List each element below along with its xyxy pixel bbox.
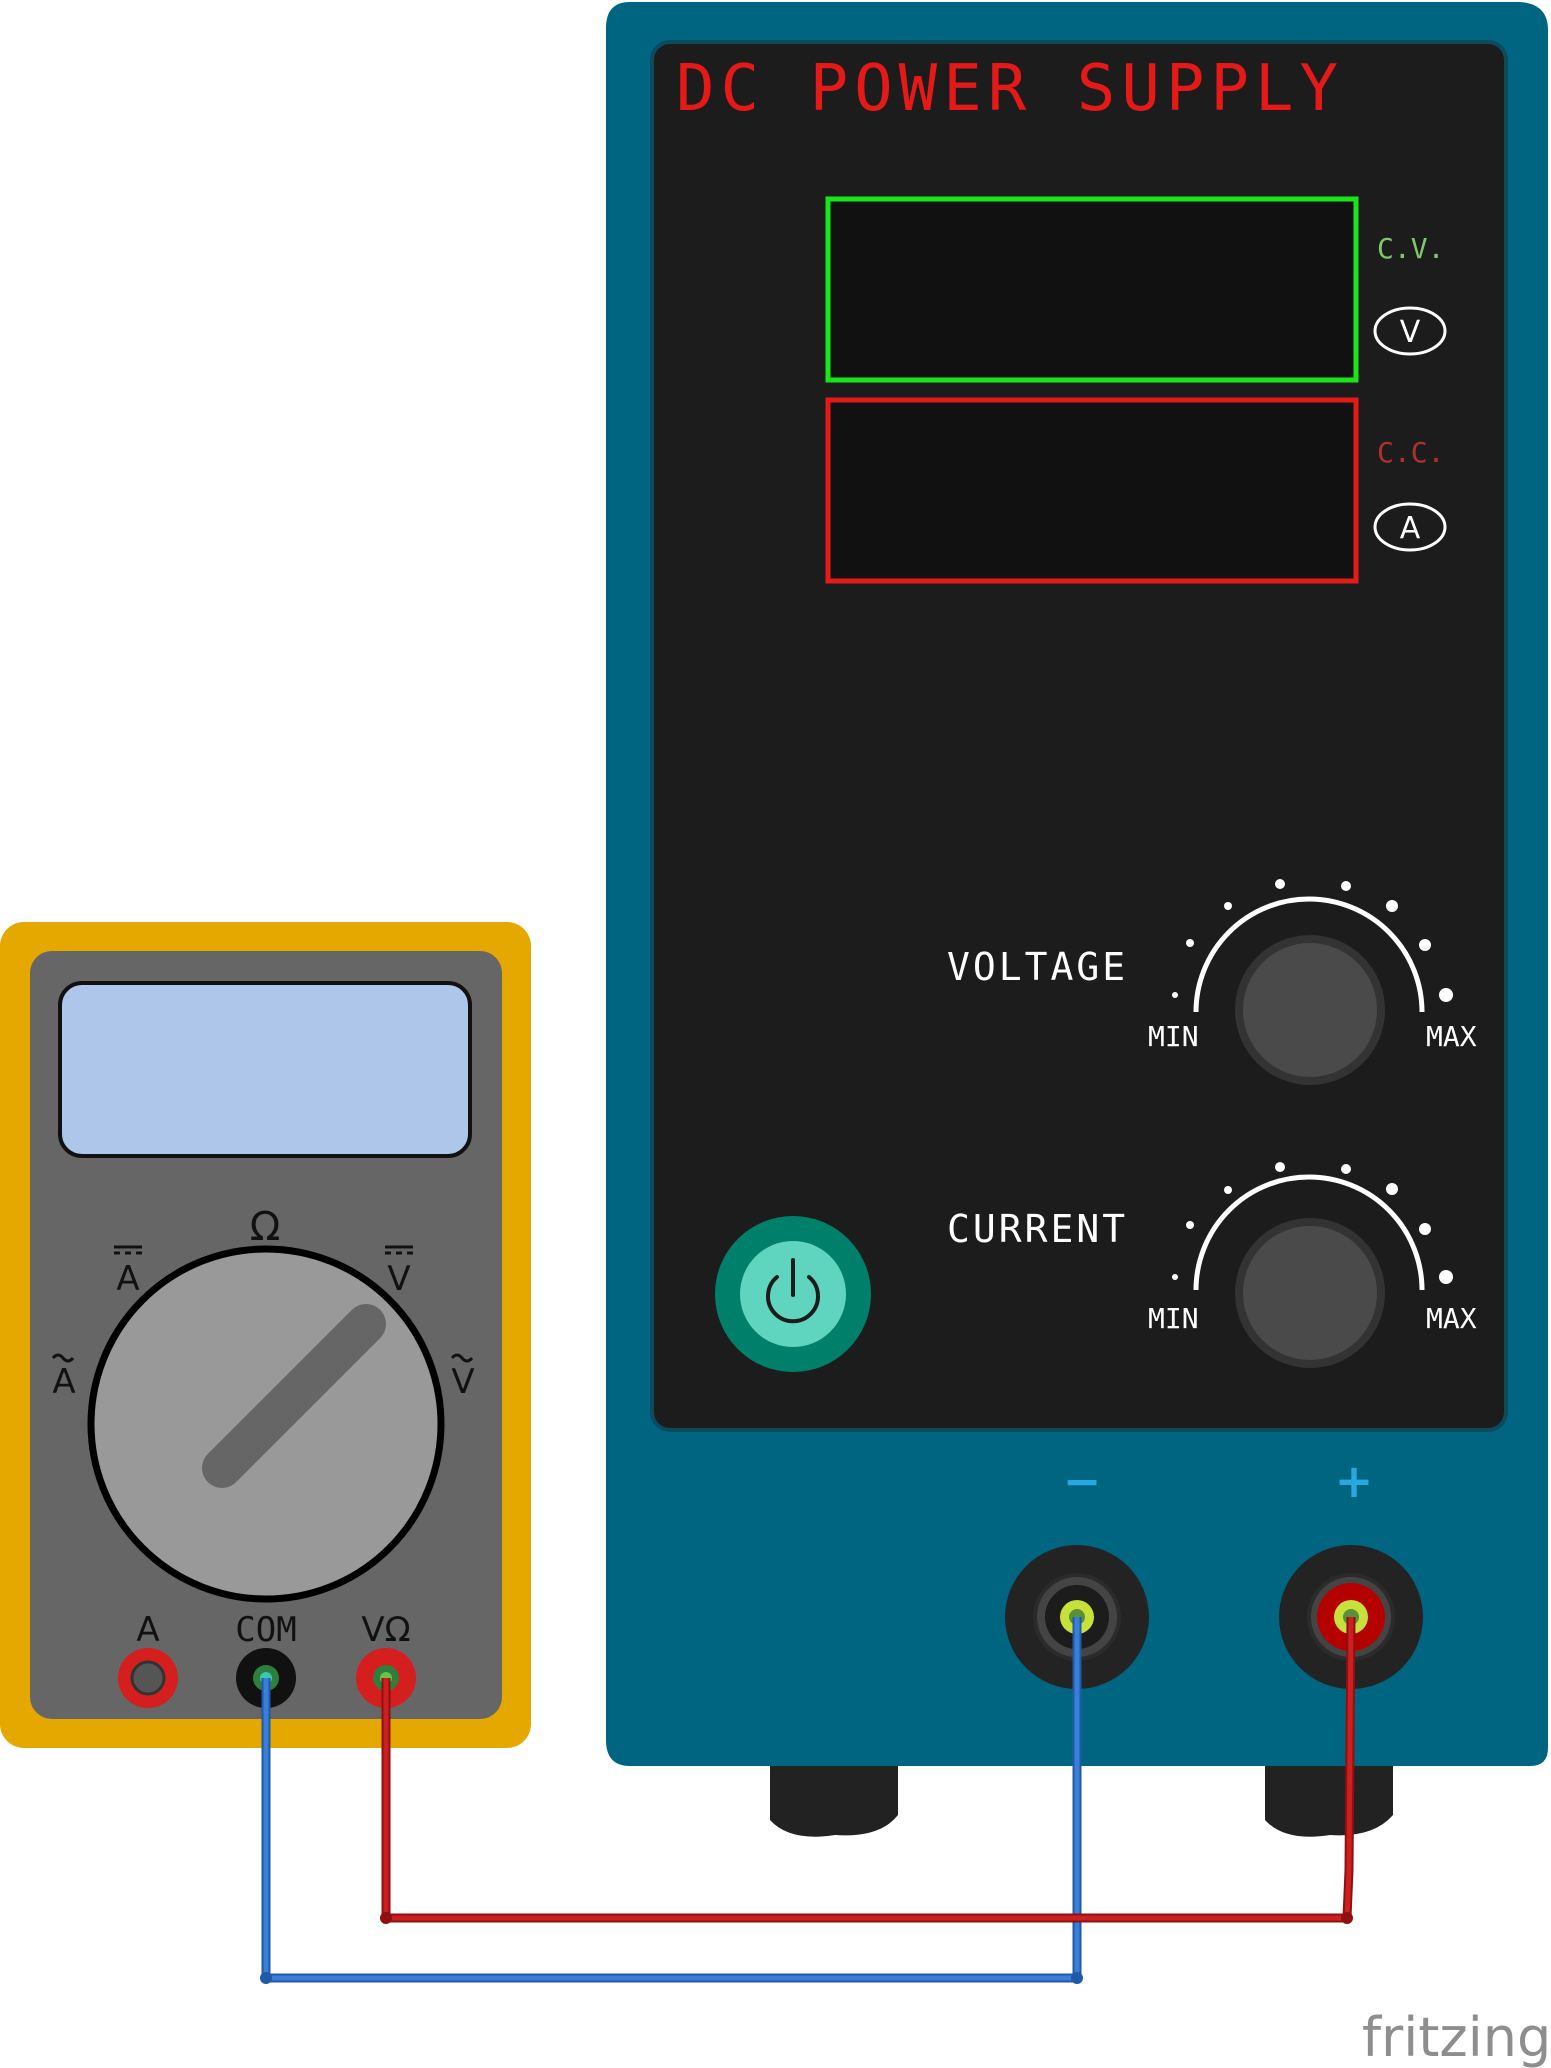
mode-dc-amps-label: A bbox=[116, 1259, 139, 1299]
mode-ac-volts: V bbox=[450, 1353, 475, 1402]
positive-terminal-label: + bbox=[1335, 1454, 1374, 1508]
wire-bend-node bbox=[260, 1972, 272, 1984]
mode-ac-amps: A bbox=[51, 1353, 76, 1402]
port-a[interactable] bbox=[118, 1648, 178, 1708]
port-vohm-label: VΩ bbox=[361, 1610, 410, 1650]
supply-title: DC POWER SUPPLY bbox=[676, 52, 1344, 126]
current-max-label: MAX bbox=[1426, 1302, 1477, 1335]
cv-indicator-label: C.V. bbox=[1377, 232, 1444, 265]
current-knob[interactable] bbox=[1235, 1218, 1385, 1368]
power-button[interactable] bbox=[715, 1216, 871, 1372]
voltage-knob-label: VOLTAGE bbox=[947, 945, 1128, 989]
supply-foot-left bbox=[770, 1760, 898, 1837]
supply-foot-right bbox=[1265, 1760, 1393, 1837]
voltage-max-label: MAX bbox=[1426, 1020, 1477, 1053]
voltage-knob[interactable] bbox=[1235, 935, 1385, 1085]
mode-dc-volts-label: V bbox=[387, 1259, 410, 1299]
wire-bend-node bbox=[1341, 1912, 1353, 1924]
current-unit-label: A bbox=[1400, 511, 1421, 546]
port-a-label: A bbox=[136, 1610, 159, 1650]
current-display bbox=[825, 397, 1359, 584]
dc-power-supply: DC POWER SUPPLY C.V. V C.C. A VOLTAGE MI… bbox=[606, 2, 1548, 1837]
multimeter-screen bbox=[58, 981, 472, 1158]
mode-selector-dial[interactable] bbox=[87, 1245, 445, 1603]
port-com-label: COM bbox=[235, 1610, 296, 1650]
mode-ac-volts-label: V bbox=[451, 1362, 474, 1402]
voltage-unit-label: V bbox=[1400, 315, 1421, 350]
voltage-min-label: MIN bbox=[1148, 1020, 1199, 1053]
multimeter: Ω A V A V A COM VΩ bbox=[0, 922, 531, 1748]
negative-terminal-label: − bbox=[1063, 1454, 1102, 1508]
cc-indicator-label: C.C. bbox=[1377, 436, 1444, 469]
current-knob-label: CURRENT bbox=[947, 1207, 1128, 1251]
wire-bend-node bbox=[1071, 1972, 1083, 1984]
voltage-display bbox=[825, 196, 1359, 383]
fritzing-watermark: fritzing bbox=[1362, 2006, 1551, 2068]
circuit-diagram: DC POWER SUPPLY C.V. V C.C. A VOLTAGE MI… bbox=[0, 2, 1551, 2068]
current-min-label: MIN bbox=[1148, 1302, 1199, 1335]
mode-ohm-label: Ω bbox=[250, 1204, 281, 1250]
wire-bend-node bbox=[380, 1912, 392, 1924]
mode-ac-amps-label: A bbox=[52, 1362, 75, 1402]
